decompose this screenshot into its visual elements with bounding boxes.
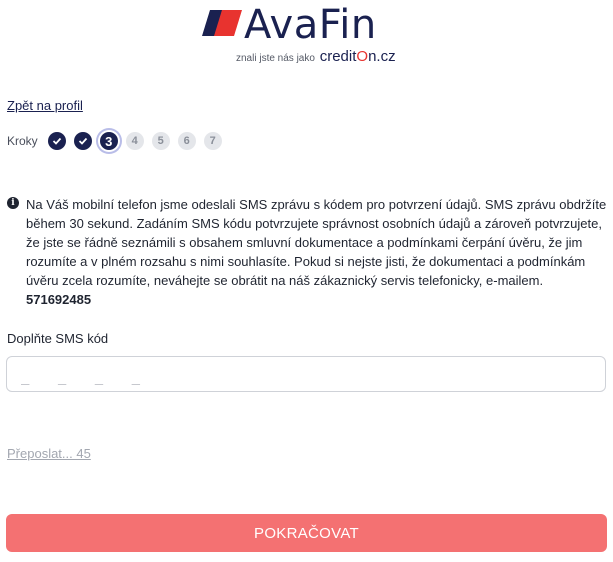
logo-tagline: znali jste nás jako creditOn.cz: [236, 48, 396, 65]
continue-button[interactable]: POKRAČOVAT: [6, 514, 607, 552]
step-1-done: [47, 132, 66, 150]
check-icon: [78, 137, 87, 145]
phone-number: 571692485: [26, 292, 92, 307]
crediton-brand: creditOn.cz: [319, 48, 396, 65]
step-2-done: [73, 132, 92, 150]
info-message: Na Váš mobilní telefon jsme odeslali SMS…: [26, 197, 607, 288]
sms-info-notice: i Na Váš mobilní telefon jsme odeslali S…: [7, 195, 607, 309]
step-4: 4: [125, 132, 144, 150]
resend-sms-link[interactable]: Přeposlat... 45: [7, 446, 91, 461]
step-5: 5: [151, 132, 170, 150]
logo-mark-icon: [202, 10, 242, 36]
step-6: 6: [177, 132, 196, 150]
sms-code-label: Doplňte SMS kód: [7, 331, 109, 346]
step-indicator: Kroky 3 4 5 6 7: [7, 130, 230, 152]
step-3-current: 3: [99, 132, 118, 150]
avafin-logo: AvaFin znali jste nás jako creditOn.cz: [200, 2, 420, 65]
step-7: 7: [203, 132, 222, 150]
info-icon: i: [7, 197, 19, 209]
steps-label: Kroky: [7, 134, 38, 148]
tagline-text: znali jste nás jako: [236, 53, 315, 64]
check-icon: [52, 137, 61, 145]
sms-code-input[interactable]: _ _ _ _: [6, 356, 606, 392]
logo-text: AvaFin: [244, 2, 377, 48]
back-to-profile-link[interactable]: Zpět na profil: [7, 98, 83, 113]
